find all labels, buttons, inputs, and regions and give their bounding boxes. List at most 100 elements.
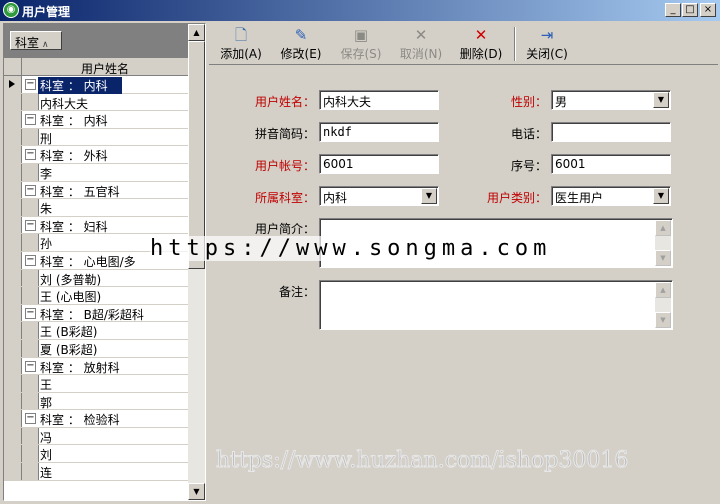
grid-column-header[interactable]: 用户姓名 xyxy=(4,58,188,76)
user-row[interactable]: 李 xyxy=(4,163,188,182)
row-indicator xyxy=(4,339,22,357)
scroll-down-button[interactable]: ▼ xyxy=(188,483,205,500)
user-type-label: 用户类别： xyxy=(487,191,548,205)
phone-field[interactable] xyxy=(551,122,671,142)
user-name: 王 (B彩超) xyxy=(40,325,98,340)
pinyin-label: 拼音简码： xyxy=(255,127,316,141)
delete-button[interactable]: ✕ 删除(D) xyxy=(457,25,505,63)
collapse-icon[interactable]: − xyxy=(25,254,36,266)
chevron-down-icon[interactable]: ▼ xyxy=(653,92,669,108)
exit-door-icon: ⇥ xyxy=(540,26,554,44)
collapse-icon[interactable]: − xyxy=(25,307,36,319)
group-row[interactable]: − 科室 ： 五官科 xyxy=(4,181,188,200)
group-row[interactable]: − 科室 ： 检验科 xyxy=(4,410,188,428)
group-by-dept-chip[interactable]: 科室 ∧ xyxy=(10,31,62,50)
collapse-icon[interactable]: − xyxy=(25,184,36,196)
watermark-top: https://www.songma.com xyxy=(150,236,552,261)
name-cell xyxy=(38,375,188,392)
user-row[interactable]: 郭 xyxy=(4,392,188,411)
user-name: 朱 xyxy=(40,202,53,217)
pinyin-field[interactable]: nkdf xyxy=(319,122,439,142)
scroll-down-icon[interactable]: ▼ xyxy=(655,312,671,328)
row-indicator xyxy=(4,199,22,216)
app-icon: ◉ xyxy=(3,2,19,18)
user-row[interactable]: 连 xyxy=(4,463,188,481)
toolbar: 🗋 添加(A) ✎ 修改(E) ▣ 保存(S) ✕ 取消(N) ✕ 删除(D) … xyxy=(209,23,718,65)
cancel-x-icon: ✕ xyxy=(414,26,428,44)
save-button[interactable]: ▣ 保存(S) xyxy=(337,25,385,63)
title-bar: ◉ 用户管理 _ □ × xyxy=(0,0,720,21)
delete-x-icon: ✕ xyxy=(474,26,488,44)
group-label: 科室 ： 内科 xyxy=(38,77,122,94)
save-label: 保存(S) xyxy=(340,47,382,61)
edit-button[interactable]: ✎ 修改(E) xyxy=(277,25,325,63)
notes-memo[interactable]: ▲ ▼ xyxy=(319,280,673,330)
scroll-up-icon[interactable]: ▲ xyxy=(655,220,671,236)
intro-scrollbar[interactable]: ▲ ▼ xyxy=(655,220,671,266)
dept-select[interactable]: 内科 ▼ xyxy=(319,186,439,206)
group-indent xyxy=(22,269,38,287)
close-window-button[interactable]: × xyxy=(700,3,716,17)
group-by-area: 科室 ∧ xyxy=(4,24,188,58)
user-row[interactable]: 刘 (多普勒) xyxy=(4,269,188,288)
seq-field[interactable]: 6001 xyxy=(551,154,671,174)
user-name: 刘 (多普勒) xyxy=(40,272,102,287)
user-row[interactable]: 刑 xyxy=(4,128,188,147)
group-indent xyxy=(22,163,38,181)
cancel-button[interactable]: ✕ 取消(N) xyxy=(397,25,445,63)
user-row[interactable]: 内科大夫 xyxy=(4,93,188,112)
row-indicator xyxy=(4,146,22,163)
group-row[interactable]: − 科室 ： 妇科 xyxy=(4,216,188,235)
user-row[interactable]: 夏 (B彩超) xyxy=(4,339,188,358)
collapse-icon[interactable]: − xyxy=(25,413,36,425)
add-button[interactable]: 🗋 添加(A) xyxy=(217,25,265,63)
collapse-icon[interactable]: − xyxy=(25,219,36,231)
group-row[interactable]: − 科室 ： 内科 xyxy=(4,76,188,94)
user-name: 内科大夫 xyxy=(40,96,89,111)
row-indicator xyxy=(4,445,22,463)
user-row[interactable]: 冯 xyxy=(4,427,188,446)
chevron-down-icon[interactable]: ▼ xyxy=(653,188,669,204)
group-indent xyxy=(22,128,38,146)
scroll-thumb[interactable] xyxy=(188,41,205,269)
group-indent xyxy=(22,427,38,445)
notes-scrollbar[interactable]: ▲ ▼ xyxy=(655,282,671,328)
collapse-icon[interactable]: − xyxy=(25,149,36,161)
group-indent xyxy=(22,287,38,304)
dept-label: 所属科室： xyxy=(255,191,316,205)
user-row[interactable]: 王 (B彩超) xyxy=(4,322,188,340)
user-type-select[interactable]: 医生用户 ▼ xyxy=(551,186,671,206)
group-row[interactable]: − 科室 ： 内科 xyxy=(4,111,188,129)
user-row[interactable]: 朱 xyxy=(4,199,188,217)
collapse-icon[interactable]: − xyxy=(25,114,36,126)
user-row[interactable]: 王 xyxy=(4,375,188,393)
scroll-up-icon[interactable]: ▲ xyxy=(655,282,671,298)
user-row[interactable]: 刘 xyxy=(4,445,188,464)
gender-select[interactable]: 男 ▼ xyxy=(551,90,671,110)
minimize-button[interactable]: _ xyxy=(665,3,681,17)
row-indicator xyxy=(4,234,22,251)
sort-asc-icon: ∧ xyxy=(42,40,49,50)
save-disk-icon: ▣ xyxy=(353,26,369,44)
collapse-icon[interactable]: − xyxy=(25,360,36,372)
row-indicator xyxy=(4,427,22,445)
close-button[interactable]: ⇥ 关闭(C) xyxy=(523,25,571,63)
account-field[interactable]: 6001 xyxy=(319,154,439,174)
name-cell xyxy=(38,199,188,216)
scroll-up-button[interactable]: ▲ xyxy=(188,24,205,41)
group-row[interactable]: − 科室 ： 放射科 xyxy=(4,357,188,376)
account-label: 用户帐号： xyxy=(255,159,316,173)
user-row[interactable]: 王 (心电图) xyxy=(4,287,188,305)
scroll-down-icon[interactable]: ▼ xyxy=(655,250,671,266)
group-row[interactable]: − 科室 ： 外科 xyxy=(4,146,188,164)
group-indent xyxy=(22,463,38,480)
group-indent xyxy=(22,234,38,251)
chevron-down-icon[interactable]: ▼ xyxy=(421,188,437,204)
name-field[interactable]: 内科大夫 xyxy=(319,90,439,110)
maximize-button[interactable]: □ xyxy=(682,3,698,17)
collapse-icon[interactable]: − xyxy=(25,79,36,90)
grid-vertical-scrollbar[interactable]: ▲ ▼ xyxy=(188,24,205,500)
group-label: 科室 ： 心电图/多 xyxy=(40,254,136,269)
row-indicator xyxy=(4,269,22,287)
group-row[interactable]: − 科室 ： B超/彩超科 xyxy=(4,304,188,323)
